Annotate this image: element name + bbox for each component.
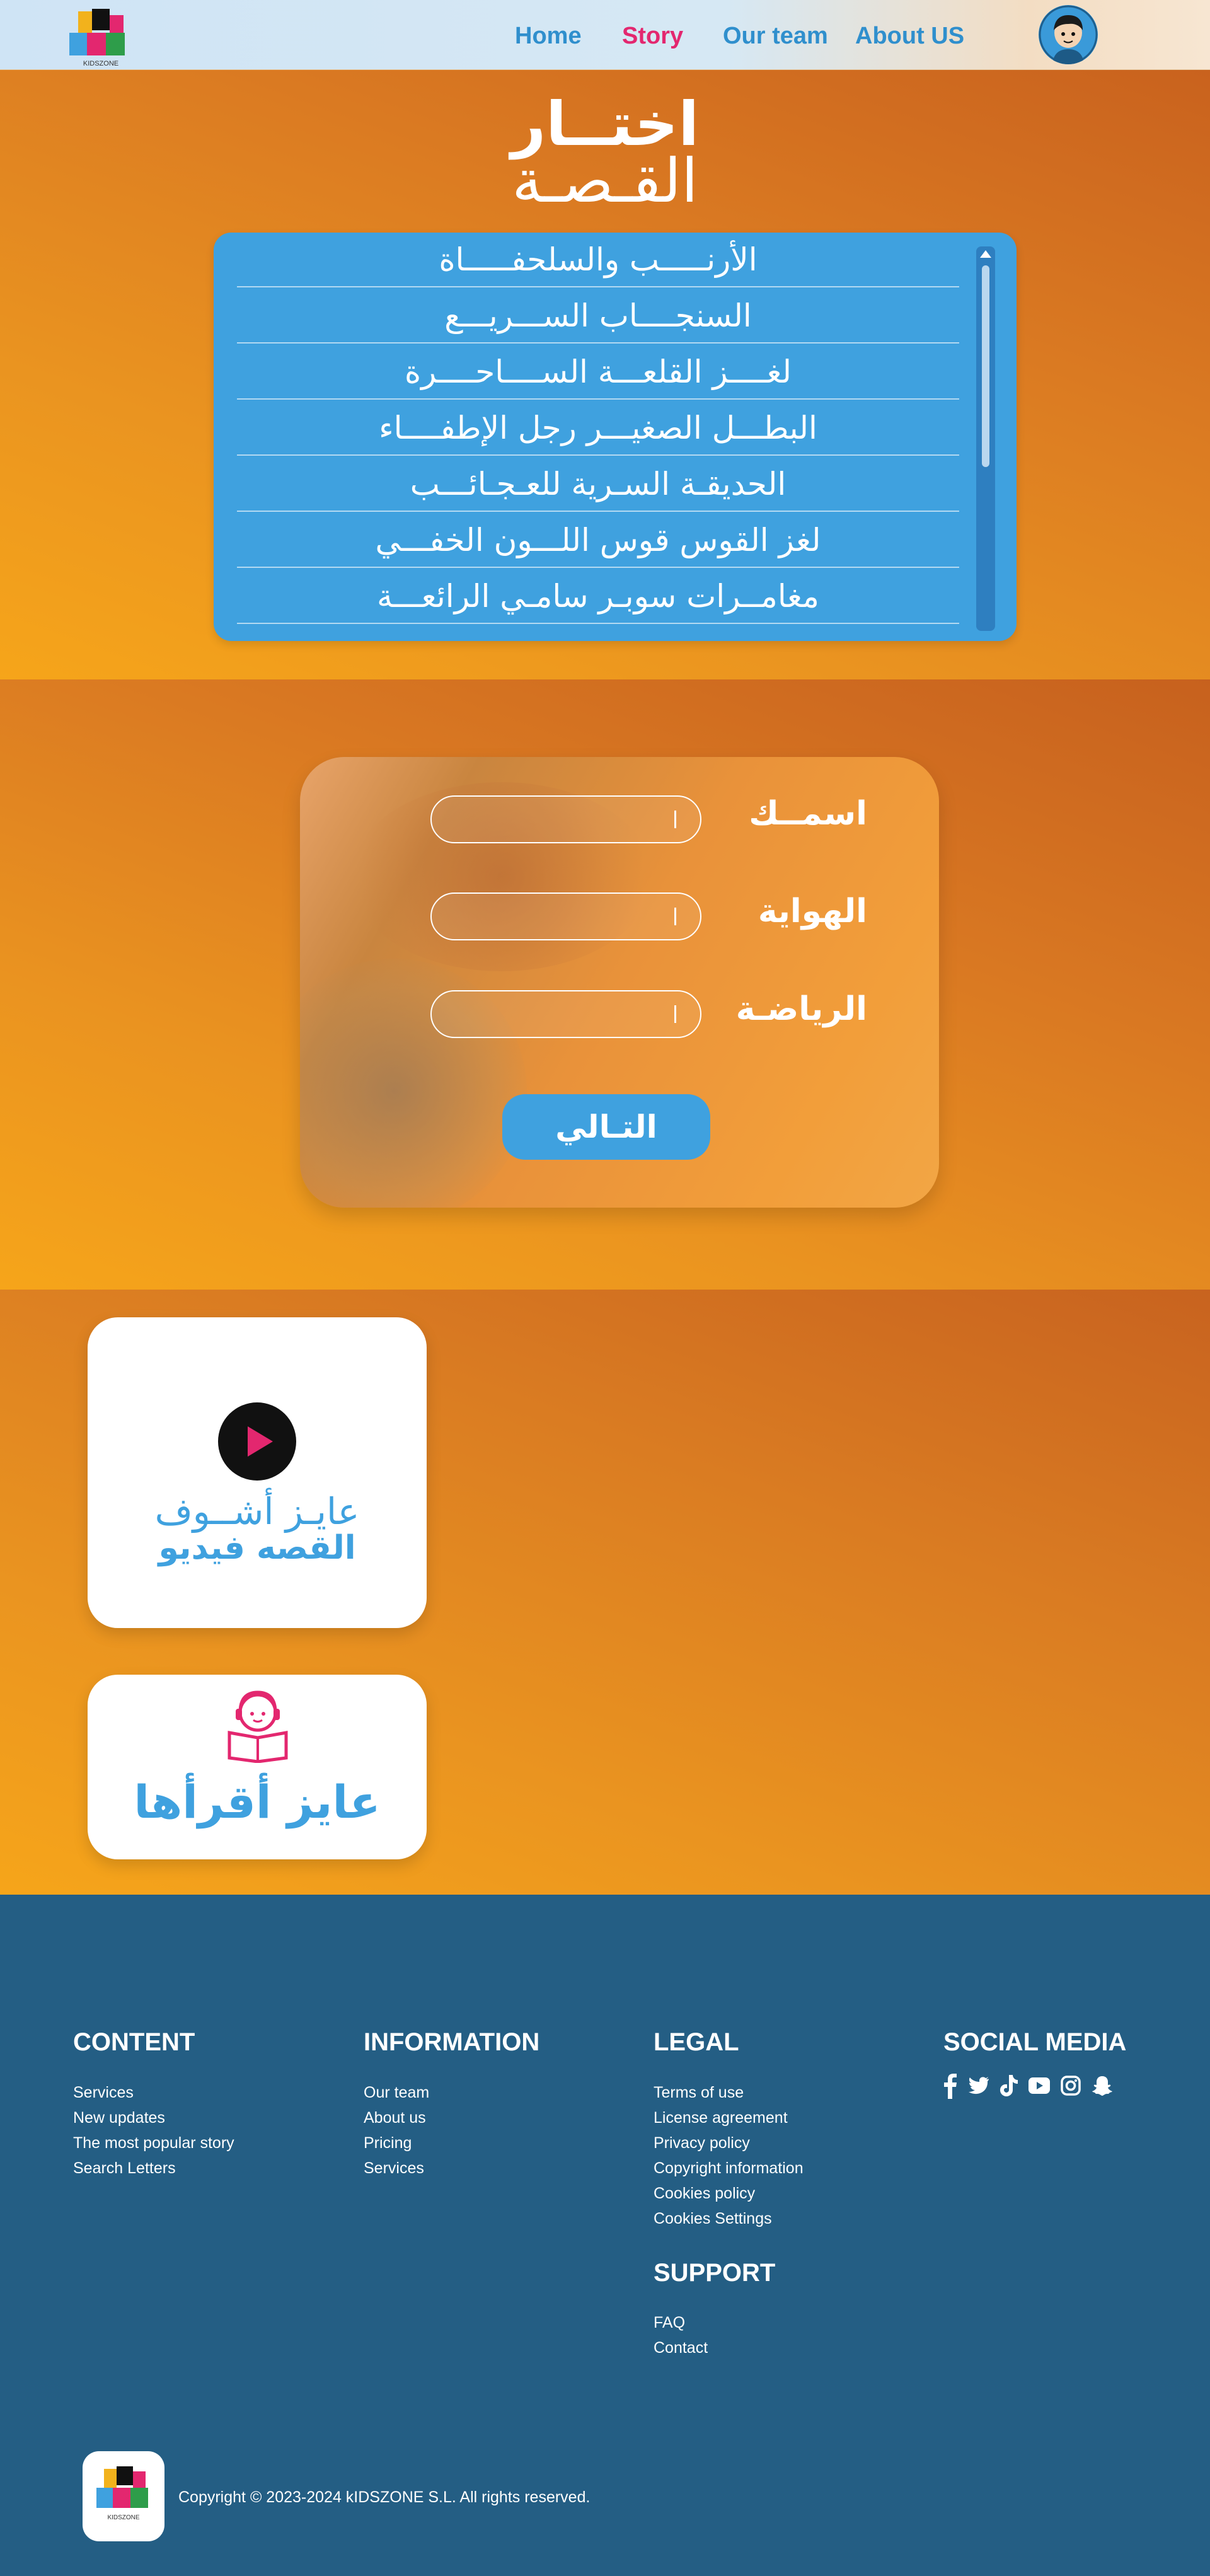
footer-link[interactable]: New updates (73, 2109, 165, 2127)
footer-link[interactable]: Terms of use (654, 2084, 744, 2102)
story-item[interactable]: السنجــــاب الســـريـــع (237, 289, 959, 344)
footer-information-title: INFORMATION (364, 2028, 540, 2056)
twitter-icon[interactable] (968, 2076, 989, 2095)
story-item[interactable]: لغز القوس قوس اللـــون الخفـــي (237, 513, 959, 568)
story-item[interactable]: الحديقـة السـرية للعـجـائـــب (237, 457, 959, 512)
girl-reading-icon (228, 1690, 288, 1763)
next-button[interactable]: التـالي (502, 1094, 710, 1160)
read-story-card[interactable]: عايز أقرأها (88, 1675, 427, 1859)
story-item[interactable]: الأرنـــــب والسلحفـــــاة (237, 233, 959, 287)
footer-legal-title: LEGAL (654, 2028, 739, 2056)
nav-our-team-link[interactable]: Our team (723, 23, 828, 50)
read-story-label: عايز أقرأها (134, 1776, 381, 1828)
tiktok-icon[interactable] (1000, 2075, 1018, 2096)
story-title: القـصـة (512, 146, 698, 216)
youtube-icon[interactable] (1028, 2077, 1051, 2094)
nav-story-link[interactable]: Story (622, 23, 683, 50)
info-form-section: اسمــك الهواية الرياضـة التـالي (0, 679, 1210, 1290)
nav-about-link[interactable]: About US (855, 23, 964, 50)
footer-link[interactable]: The most popular story (73, 2134, 234, 2152)
sport-label: الرياضـة (735, 990, 867, 1028)
name-label: اسمــك (749, 795, 867, 833)
footer-social-title: SOCIAL MEDIA (943, 2028, 1127, 2056)
hobby-label: الهواية (758, 892, 867, 930)
choice-section: عايـز أشــوف القصه فيديو عايز أقرأها (0, 1290, 1210, 1895)
footer-link[interactable]: License agreement (654, 2109, 788, 2127)
watch-video-line1: عايـز أشــوف (154, 1490, 360, 1533)
footer-link[interactable]: FAQ (654, 2314, 685, 2332)
footer-link[interactable]: Copyright information (654, 2159, 804, 2178)
choose-story-section: اختــار القـصـة الأرنـــــب والسلحفـــــ… (0, 70, 1210, 679)
kidszone-logo[interactable]: KIDSZONE (66, 5, 136, 68)
footer-logo-wordmark: KIDSZONE (107, 2514, 139, 2521)
scroll-up-icon[interactable] (980, 250, 991, 258)
instagram-icon[interactable] (1061, 2076, 1081, 2096)
story-item[interactable]: مغامــرات سوبـر سامـي الرائعـــة (237, 569, 959, 624)
footer-link[interactable]: Privacy policy (654, 2134, 750, 2152)
sport-input[interactable] (430, 990, 701, 1038)
nav-home-link[interactable]: Home (515, 23, 582, 50)
footer-logo[interactable]: KIDSZONE (83, 2451, 164, 2541)
footer-link[interactable]: Services (73, 2084, 134, 2102)
site-footer: CONTENT Services New updates The most po… (0, 1895, 1210, 2576)
logo-wordmark: KIDSZONE (83, 60, 118, 67)
footer-link[interactable]: Cookies Settings (654, 2210, 772, 2228)
footer-link[interactable]: Contact (654, 2339, 708, 2357)
footer-support-title: SUPPORT (654, 2259, 776, 2287)
footer-link[interactable]: Search Letters (73, 2159, 176, 2178)
footer-link[interactable]: Pricing (364, 2134, 412, 2152)
name-input[interactable] (430, 795, 701, 843)
footer-link[interactable]: Cookies policy (654, 2185, 755, 2203)
watch-video-line2: القصه فيديو (158, 1529, 356, 1567)
footer-link[interactable]: Our team (364, 2084, 429, 2102)
scroll-thumb[interactable] (982, 265, 989, 467)
story-item[interactable]: لغــــز القلعـــة الســــاحــــرة (237, 345, 959, 400)
story-list-scrollbar[interactable] (976, 246, 995, 631)
facebook-icon[interactable] (943, 2072, 957, 2099)
snapchat-icon[interactable] (1092, 2075, 1113, 2096)
play-icon[interactable] (218, 1402, 296, 1481)
top-navbar: KIDSZONE Home Story Our team About US (0, 0, 1210, 70)
copyright-text: Copyright © 2023-2024 kIDSZONE S.L. All … (178, 2488, 591, 2506)
hobby-input[interactable] (430, 892, 701, 940)
social-icons (943, 2072, 1126, 2104)
watch-video-card[interactable]: عايـز أشــوف القصه فيديو (88, 1317, 427, 1628)
footer-link[interactable]: Services (364, 2159, 424, 2178)
story-item[interactable]: البطـــل الصغيـــر رجل الإطفــــاء (237, 401, 959, 456)
user-avatar-icon[interactable] (1039, 5, 1098, 64)
info-form-card: اسمــك الهواية الرياضـة التـالي (300, 757, 939, 1208)
footer-link[interactable]: About us (364, 2109, 426, 2127)
footer-content-title: CONTENT (73, 2028, 195, 2056)
story-list: الأرنـــــب والسلحفـــــاة السنجــــاب ا… (214, 233, 1017, 641)
